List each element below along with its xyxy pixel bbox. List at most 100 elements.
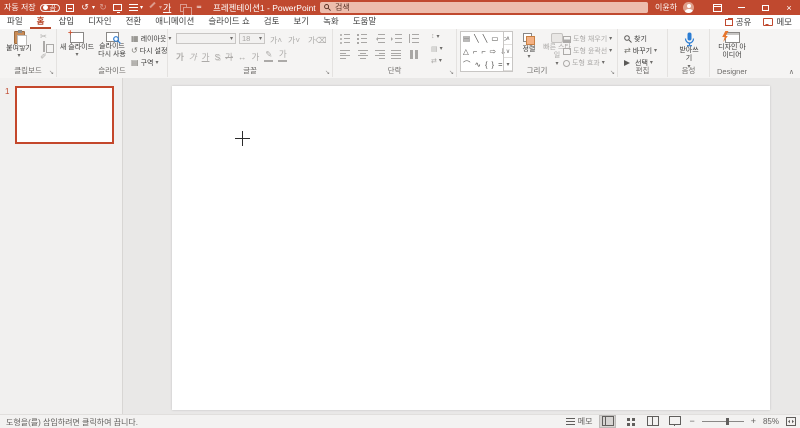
font-size-combo[interactable]: 18 ▾	[239, 33, 265, 44]
maximize-button[interactable]	[754, 0, 776, 15]
arrange-button[interactable]: 정렬 ▾	[517, 33, 541, 60]
clear-formatting-button[interactable]: 가⌫	[308, 35, 327, 46]
tab-slideshow[interactable]: 슬라이드 쇼	[201, 15, 256, 29]
underline-button[interactable]: 가	[202, 53, 210, 62]
decrease-indent-icon[interactable]	[374, 34, 385, 43]
save-button[interactable]	[64, 0, 76, 15]
align-left-icon[interactable]	[340, 50, 351, 59]
columns-icon[interactable]	[408, 50, 419, 59]
find-button[interactable]: 찾기	[624, 34, 647, 44]
tab-home[interactable]: 홈	[29, 15, 52, 29]
undo-caret-icon[interactable]: ▾	[92, 4, 95, 11]
replace-button[interactable]: ⇄ 바꾸기 ▾	[624, 46, 657, 56]
text-highlight-button[interactable]: ✎	[264, 50, 274, 62]
zoom-slider-thumb[interactable]	[725, 417, 729, 425]
italic-button[interactable]: 가	[189, 53, 197, 62]
tab-file[interactable]: 파일	[0, 15, 30, 29]
font-name-combo[interactable]: ▾	[176, 33, 236, 44]
cut-icon[interactable]: ✂	[38, 33, 49, 41]
justify-icon[interactable]	[391, 50, 402, 59]
drawing-dialog-launcher[interactable]: ↘	[610, 70, 615, 76]
draw-pen-button[interactable]: ▾	[146, 0, 162, 15]
tab-view[interactable]: 보기	[286, 15, 316, 29]
tab-review[interactable]: 검토	[257, 15, 287, 29]
shrink-font-button[interactable]: 가˅	[288, 35, 300, 46]
tab-insert[interactable]: 삽입	[51, 15, 81, 29]
shapes-scroll-down-icon[interactable]: ∨	[504, 45, 512, 58]
ribbon-display-options-button[interactable]	[706, 0, 728, 15]
reuse-slides-button[interactable]: 슬라이드 다시 사용	[95, 32, 129, 60]
align-right-icon[interactable]	[374, 50, 385, 59]
bold-button[interactable]: 가	[176, 53, 184, 62]
align-center-icon[interactable]	[357, 50, 368, 59]
tab-design[interactable]: 디자인	[81, 15, 118, 29]
slide-canvas[interactable]	[172, 86, 770, 410]
zoom-out-button[interactable]: −	[689, 416, 694, 426]
view-list-button[interactable]: ▾	[127, 0, 143, 15]
align-text-button[interactable]: ▤ ▾	[431, 45, 443, 53]
close-button[interactable]: ×	[778, 0, 800, 15]
view-normal-button[interactable]	[599, 414, 617, 428]
bullets-icon[interactable]	[340, 33, 351, 44]
font-color-button[interactable]: 가	[163, 0, 171, 15]
zoom-level[interactable]: 85%	[763, 417, 779, 426]
text-direction-button[interactable]: ↕ ▾	[431, 33, 440, 40]
minimize-button[interactable]	[730, 0, 752, 15]
redo-button[interactable]: ↻	[97, 0, 109, 15]
shapes-scroll-up-icon[interactable]: ∧	[504, 32, 512, 45]
view-sorter-button[interactable]	[623, 416, 638, 427]
change-case-button[interactable]: 가	[251, 53, 259, 62]
start-slideshow-button[interactable]	[111, 0, 123, 15]
numbering-icon[interactable]	[357, 33, 368, 44]
autosave-toggle[interactable]: 자동 저장 끔	[4, 0, 61, 15]
reset-button[interactable]: ↺ 다시 설정	[131, 46, 167, 56]
undo-button[interactable]: ↺ ▾	[79, 0, 95, 15]
notes-button[interactable]: 메모	[565, 416, 592, 427]
design-ideas-button[interactable]: 디자인 아이디어	[716, 32, 748, 61]
new-slide-button[interactable]: 새 슬라이드 ▾	[59, 28, 95, 58]
font-color-button-ribbon[interactable]: 가	[278, 50, 288, 62]
increase-indent-icon[interactable]	[391, 34, 402, 43]
new-slide-caret-icon[interactable]: ▾	[75, 52, 78, 58]
paste-caret-icon[interactable]: ▾	[17, 53, 20, 59]
format-painter-icon[interactable]: ✐	[38, 53, 49, 61]
shape-outline-button[interactable]: 도형 윤곽선 ▾	[563, 46, 612, 56]
copy-icon[interactable]	[38, 41, 49, 52]
grow-font-button[interactable]: 가˄	[270, 35, 282, 46]
list-caret-icon[interactable]: ▾	[140, 4, 143, 11]
fit-slide-icon[interactable]	[786, 416, 796, 426]
paste-button[interactable]: 붙여넣기 ▾	[5, 30, 33, 59]
format-copy-button[interactable]	[177, 0, 192, 17]
font-dialog-launcher[interactable]: ↘	[325, 70, 330, 76]
view-reading-button[interactable]	[645, 416, 660, 427]
slide-thumbnail-panel[interactable]: 1	[0, 78, 123, 415]
share-button[interactable]: 공유	[724, 16, 751, 28]
search-input[interactable]	[335, 3, 644, 12]
character-spacing-button[interactable]: ↔	[238, 53, 247, 62]
view-slideshow-button[interactable]	[667, 415, 682, 427]
slide-thumbnail[interactable]	[15, 86, 114, 144]
text-shadow-button[interactable]: S	[214, 53, 220, 62]
strikethrough-button[interactable]: 가	[225, 53, 233, 62]
layout-button[interactable]: ▦ 레이아웃 ▾	[131, 34, 171, 44]
search-box[interactable]	[320, 2, 648, 13]
zoom-in-button[interactable]: +	[751, 416, 756, 426]
user-avatar[interactable]	[683, 2, 694, 13]
customize-qat-button[interactable]: ≂	[193, 0, 205, 15]
editing-canvas[interactable]	[123, 78, 800, 415]
tab-help[interactable]: 도움말	[346, 15, 383, 29]
tab-animations[interactable]: 애니메이션	[148, 15, 201, 29]
comments-button[interactable]: 메모	[763, 16, 792, 28]
clipboard-dialog-launcher[interactable]: ↘	[49, 70, 54, 76]
paragraph-dialog-launcher[interactable]: ↘	[449, 70, 454, 76]
collapse-ribbon-icon[interactable]: ∧	[789, 68, 794, 76]
designer-group-label: Designer	[716, 67, 747, 76]
zoom-slider[interactable]	[701, 417, 744, 425]
user-name[interactable]: 이윤하	[655, 0, 677, 15]
convert-smartart-button[interactable]: ⇄ ▾	[431, 57, 442, 65]
ribbon-tabs: 파일 홈 삽입 디자인 전환 애니메이션 슬라이드 쇼 검토 보기 녹화 도움말…	[0, 15, 800, 30]
tab-record[interactable]: 녹화	[316, 15, 346, 29]
tab-transitions[interactable]: 전환	[119, 15, 149, 29]
line-spacing-icon[interactable]	[408, 34, 419, 43]
shape-fill-button[interactable]: 도형 채우기 ▾	[563, 34, 612, 44]
